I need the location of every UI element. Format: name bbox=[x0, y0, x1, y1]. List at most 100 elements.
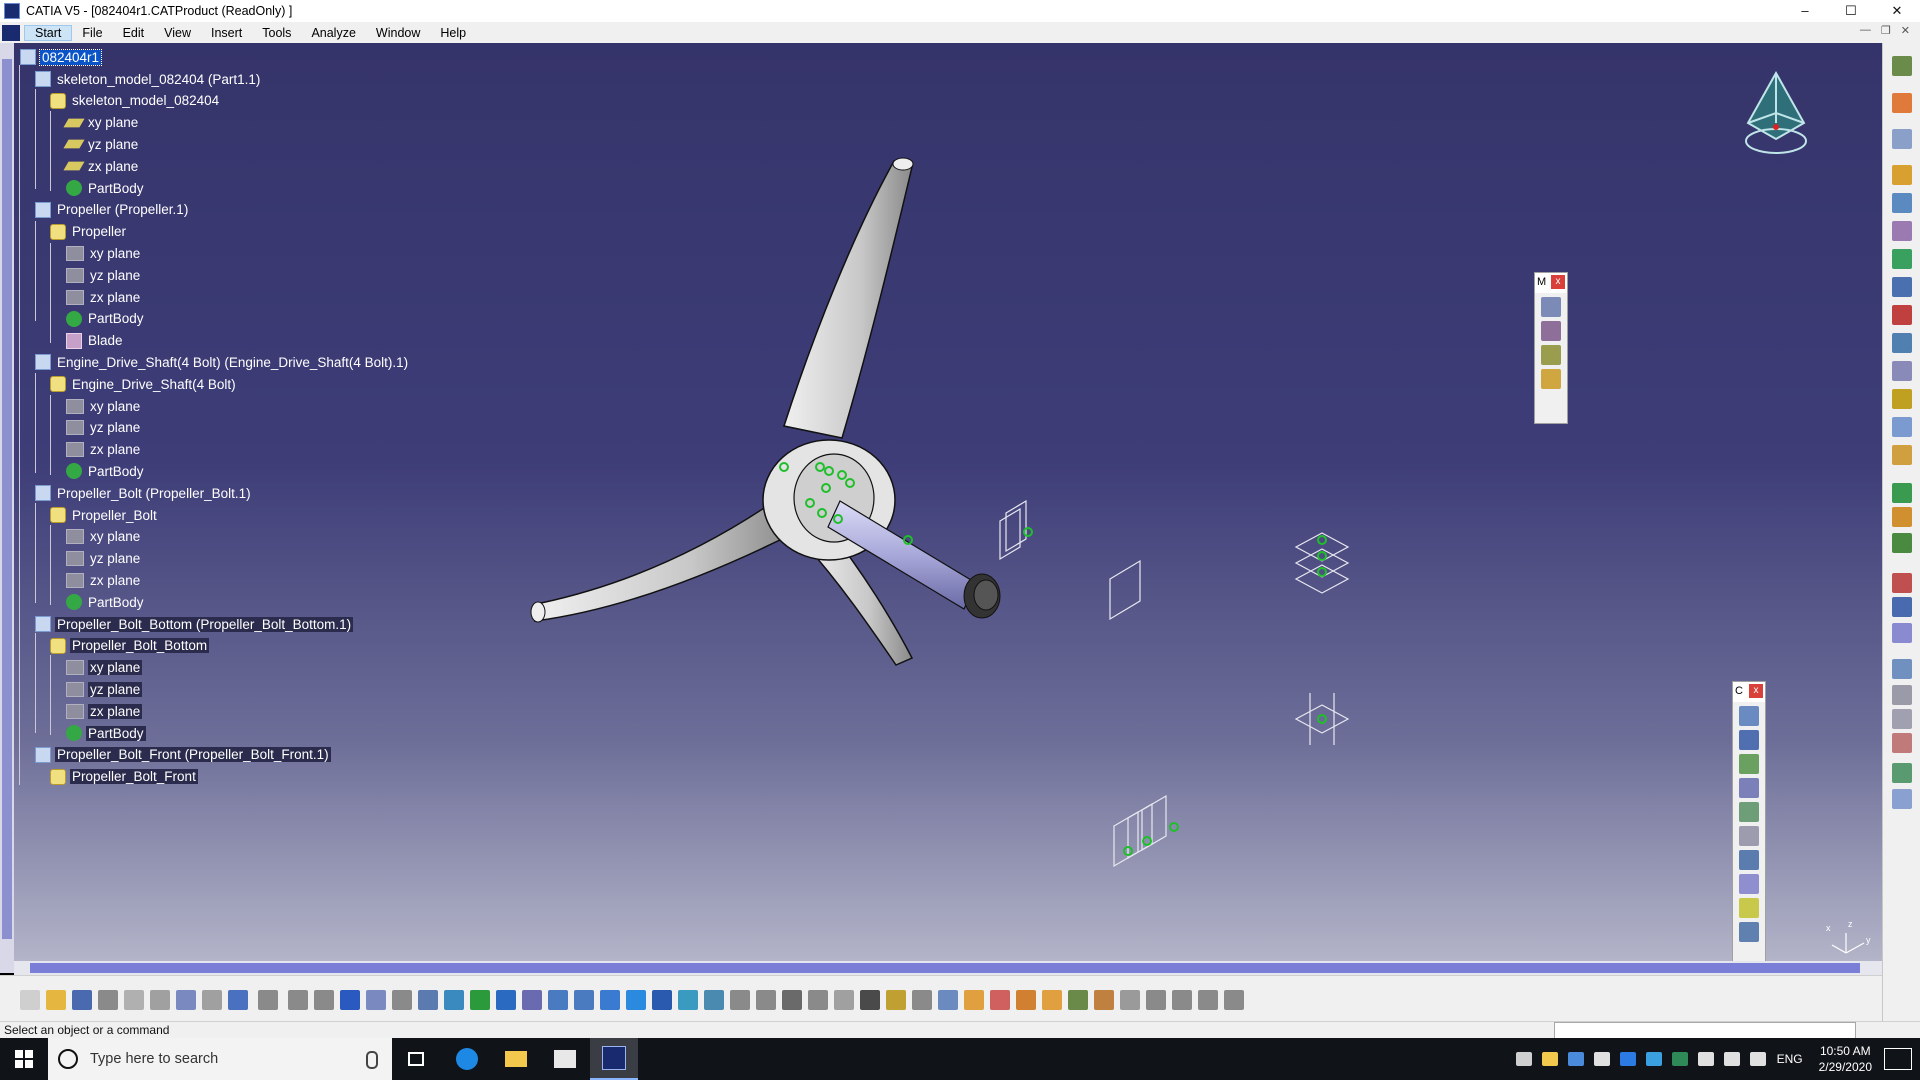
tool-icon[interactable] bbox=[1094, 990, 1114, 1010]
menu-edit[interactable]: Edit bbox=[113, 26, 155, 40]
tree-vertical-scrollbar[interactable] bbox=[0, 43, 14, 973]
tool-icon[interactable] bbox=[522, 990, 542, 1010]
tray-icon[interactable] bbox=[1697, 1052, 1714, 1066]
network-icon[interactable] bbox=[1723, 1052, 1740, 1066]
tool-icon[interactable] bbox=[652, 990, 672, 1010]
bluetooth-icon[interactable] bbox=[1567, 1052, 1584, 1066]
floating-toolbar-m[interactable]: M x bbox=[1534, 272, 1568, 424]
tool-icon[interactable] bbox=[1739, 706, 1759, 726]
tool-icon[interactable] bbox=[1892, 597, 1912, 617]
tray-icon[interactable] bbox=[1541, 1052, 1558, 1066]
tool-icon[interactable] bbox=[1892, 129, 1912, 149]
tool-icon[interactable] bbox=[418, 990, 438, 1010]
tool-icon[interactable] bbox=[730, 990, 750, 1010]
tool-icon[interactable] bbox=[288, 990, 308, 1010]
tool-icon[interactable] bbox=[470, 990, 490, 1010]
tool-icon[interactable] bbox=[1892, 573, 1912, 593]
notification-icon[interactable] bbox=[1884, 1048, 1912, 1070]
people-icon[interactable] bbox=[1515, 1052, 1532, 1066]
task-view-icon[interactable] bbox=[392, 1038, 440, 1080]
tool-icon[interactable] bbox=[150, 990, 170, 1010]
tool-icon[interactable] bbox=[1739, 754, 1759, 774]
tool-icon[interactable] bbox=[860, 990, 880, 1010]
volume-icon[interactable] bbox=[1749, 1052, 1766, 1066]
minimize-button[interactable]: – bbox=[1782, 0, 1828, 22]
start-button[interactable] bbox=[0, 1038, 48, 1080]
tool-icon[interactable] bbox=[1892, 623, 1912, 643]
tool-icon[interactable] bbox=[1739, 850, 1759, 870]
tool-icon[interactable] bbox=[756, 990, 776, 1010]
tray-icon[interactable] bbox=[1671, 1052, 1688, 1066]
menu-tools[interactable]: Tools bbox=[252, 26, 301, 40]
tool-icon[interactable] bbox=[1172, 990, 1192, 1010]
tray-icon[interactable] bbox=[1593, 1052, 1610, 1066]
toolbar-close-button[interactable]: x bbox=[1749, 684, 1763, 698]
tool-icon[interactable] bbox=[366, 990, 386, 1010]
tool-icon[interactable] bbox=[678, 990, 698, 1010]
scroll-thumb[interactable] bbox=[2, 59, 12, 939]
microphone-icon[interactable] bbox=[366, 1051, 378, 1069]
tool-icon[interactable] bbox=[1068, 990, 1088, 1010]
compass-icon[interactable] bbox=[1736, 63, 1816, 163]
tool-icon[interactable] bbox=[1892, 507, 1912, 527]
tool-icon[interactable] bbox=[834, 990, 854, 1010]
tool-icon[interactable] bbox=[1541, 345, 1561, 365]
tool-icon[interactable] bbox=[314, 990, 334, 1010]
tool-icon[interactable] bbox=[1541, 321, 1561, 341]
doc-close-icon[interactable]: ✕ bbox=[1901, 24, 1910, 37]
3d-viewport[interactable]: 082404r1 skeleton_model_082404 (Part1.1)… bbox=[14, 43, 1882, 973]
tool-icon[interactable] bbox=[1892, 445, 1912, 465]
catia-taskbar-icon[interactable] bbox=[590, 1038, 638, 1080]
tool-icon[interactable] bbox=[808, 990, 828, 1010]
tool-icon[interactable] bbox=[886, 990, 906, 1010]
doc-restore-icon[interactable]: ❐ bbox=[1881, 24, 1891, 37]
tool-icon[interactable] bbox=[98, 990, 118, 1010]
tool-icon[interactable] bbox=[626, 990, 646, 1010]
tool-icon[interactable] bbox=[1892, 389, 1912, 409]
menu-file[interactable]: File bbox=[72, 26, 112, 40]
tool-icon[interactable] bbox=[1892, 165, 1912, 185]
tool-icon[interactable] bbox=[964, 990, 984, 1010]
menu-start[interactable]: Start bbox=[24, 24, 73, 41]
tool-icon[interactable] bbox=[990, 990, 1010, 1010]
tool-icon[interactable] bbox=[1892, 93, 1912, 113]
toolbar-header[interactable]: M x bbox=[1535, 273, 1567, 293]
tool-icon[interactable] bbox=[1739, 730, 1759, 750]
tool-icon[interactable] bbox=[1892, 533, 1912, 553]
tool-icon[interactable] bbox=[1146, 990, 1166, 1010]
propeller-model[interactable] bbox=[530, 157, 1001, 666]
tool-icon[interactable] bbox=[496, 990, 516, 1010]
tool-icon[interactable] bbox=[1224, 990, 1244, 1010]
tool-icon[interactable] bbox=[124, 990, 144, 1010]
tool-icon[interactable] bbox=[1739, 826, 1759, 846]
tool-icon[interactable] bbox=[202, 990, 222, 1010]
tool-icon[interactable] bbox=[1892, 277, 1912, 297]
menu-insert[interactable]: Insert bbox=[201, 26, 252, 40]
tool-icon[interactable] bbox=[258, 990, 278, 1010]
command-input[interactable] bbox=[1554, 1022, 1856, 1039]
tool-icon[interactable] bbox=[1042, 990, 1062, 1010]
floating-toolbar-c[interactable]: C x bbox=[1732, 681, 1766, 973]
doc-minimize-icon[interactable]: — bbox=[1860, 24, 1871, 37]
tool-icon[interactable] bbox=[1892, 361, 1912, 381]
tool-icon[interactable] bbox=[574, 990, 594, 1010]
tool-icon[interactable] bbox=[1739, 778, 1759, 798]
tool-icon[interactable] bbox=[340, 990, 360, 1010]
tool-icon[interactable] bbox=[1892, 417, 1912, 437]
tool-icon[interactable] bbox=[72, 990, 92, 1010]
taskbar-search[interactable]: Type here to search bbox=[48, 1038, 392, 1080]
tool-icon[interactable] bbox=[1892, 709, 1912, 729]
photos-icon[interactable] bbox=[541, 1038, 589, 1080]
tool-icon[interactable] bbox=[1892, 333, 1912, 353]
tool-icon[interactable] bbox=[1541, 297, 1561, 317]
tool-icon[interactable] bbox=[1892, 249, 1912, 269]
close-button[interactable]: ✕ bbox=[1874, 0, 1920, 22]
tool-icon[interactable] bbox=[704, 990, 724, 1010]
tool-icon[interactable] bbox=[1198, 990, 1218, 1010]
tool-icon[interactable] bbox=[1892, 685, 1912, 705]
clock[interactable]: 10:50 AM 2/29/2020 bbox=[1819, 1043, 1872, 1075]
tool-icon[interactable] bbox=[20, 990, 40, 1010]
tool-icon[interactable] bbox=[1739, 922, 1759, 942]
edge-icon[interactable] bbox=[443, 1038, 491, 1080]
scroll-thumb[interactable] bbox=[30, 963, 1860, 973]
